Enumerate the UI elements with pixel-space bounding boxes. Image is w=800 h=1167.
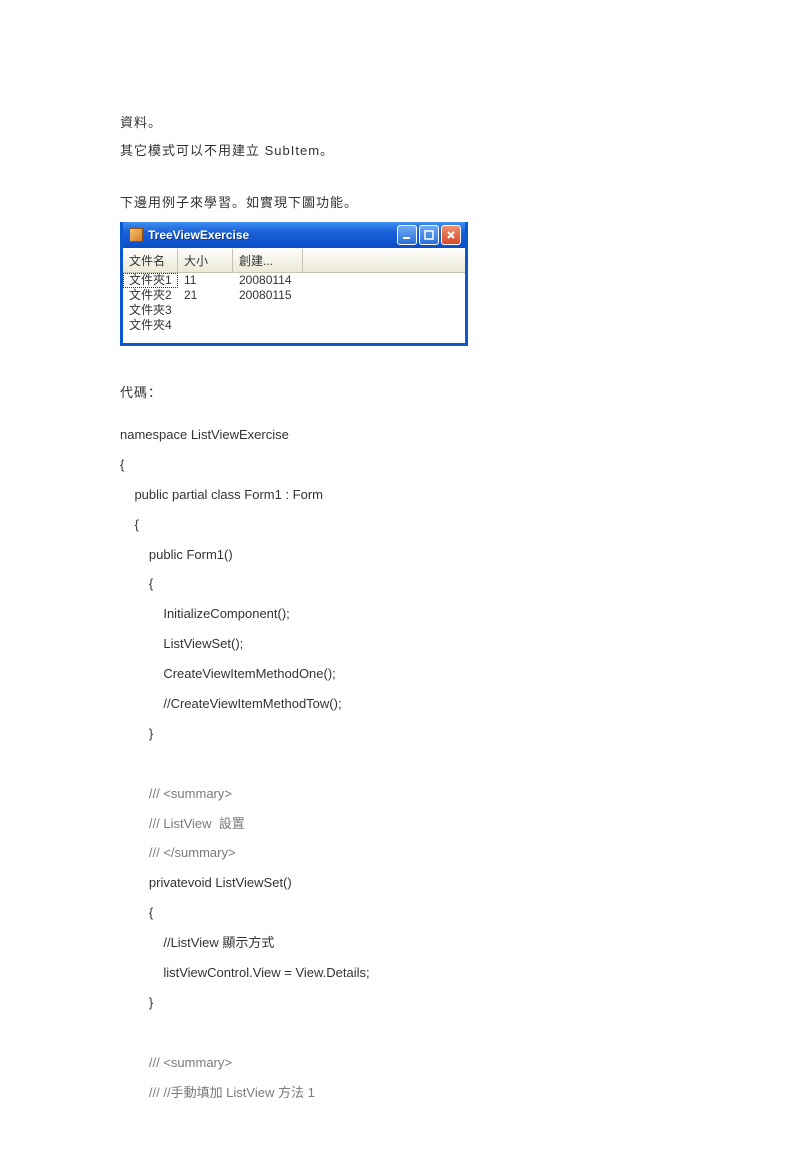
paragraph: 資料。: [120, 110, 680, 136]
column-header-size[interactable]: 大小: [178, 249, 233, 272]
maximize-icon: [424, 230, 434, 240]
code-block: namespace ListViewExercise { public part…: [120, 420, 680, 1107]
list-item[interactable]: 文件夾1 11 20080114: [123, 273, 465, 288]
list-item[interactable]: 文件夾2 21 20080115: [123, 288, 465, 303]
cell-size: 11: [178, 273, 233, 288]
intro-text: 資料。 其它模式可以不用建立 SubItem。 下邊用例子來學習。如實現下圖功能…: [120, 110, 680, 216]
code-line: public Form1(): [120, 547, 233, 562]
cell-name: 文件夾2: [123, 288, 178, 303]
code-line: {: [120, 905, 153, 920]
code-line: {: [120, 457, 124, 472]
code-line: privatevoid ListViewSet(): [120, 875, 292, 890]
code-line: //CreateViewItemMethodTow();: [120, 696, 342, 711]
listview-header: 文件名 大小 創建...: [123, 249, 465, 273]
code-line: //ListView 顯示方式: [120, 935, 274, 950]
cell-date: [233, 303, 303, 318]
window-screenshot: TreeViewExercise 文件名 大小 創建...: [120, 222, 468, 346]
cell-date: 20080115: [233, 288, 303, 303]
cell-date: [233, 318, 303, 333]
column-header-date[interactable]: 創建...: [233, 249, 303, 272]
cell-size: [178, 303, 233, 318]
code-line: {: [120, 576, 153, 591]
cell-size: 21: [178, 288, 233, 303]
cell-name: 文件夾1: [123, 273, 178, 288]
cell-size: [178, 318, 233, 333]
column-header-name[interactable]: 文件名: [123, 249, 178, 272]
code-line-comment: /// ListView 設置: [120, 816, 245, 831]
window-titlebar: TreeViewExercise: [123, 222, 465, 248]
window-title: TreeViewExercise: [148, 228, 397, 242]
close-button[interactable]: [441, 225, 461, 245]
cell-name: 文件夾3: [123, 303, 178, 318]
maximize-button[interactable]: [419, 225, 439, 245]
code-line-comment: /// <summary>: [120, 786, 232, 801]
document-page: 資料。 其它模式可以不用建立 SubItem。 下邊用例子來學習。如實現下圖功能…: [0, 0, 800, 1167]
listview-body: 文件夾1 11 20080114 文件夾2 21 20080115 文件夾3 文…: [123, 273, 465, 343]
paragraph: 其它模式可以不用建立 SubItem。: [120, 138, 680, 164]
close-icon: [446, 230, 456, 240]
minimize-icon: [402, 230, 412, 240]
paragraph: 下邊用例子來學習。如實現下圖功能。: [120, 190, 680, 216]
code-line: }: [120, 995, 153, 1010]
cell-name: 文件夾4: [123, 318, 178, 333]
minimize-button[interactable]: [397, 225, 417, 245]
code-line: ListViewSet();: [120, 636, 243, 651]
list-item[interactable]: 文件夾4: [123, 318, 465, 333]
paragraph: 代碼：: [120, 380, 680, 406]
app-icon: [129, 228, 143, 242]
code-line: CreateViewItemMethodOne();: [120, 666, 336, 681]
cell-date: 20080114: [233, 273, 303, 288]
code-line: InitializeComponent();: [120, 606, 290, 621]
code-line: public partial class Form1 : Form: [120, 487, 323, 502]
listview: 文件名 大小 創建... 文件夾1 11 20080114 文件夾2 21 20…: [123, 248, 465, 343]
code-line-comment: /// </summary>: [120, 845, 236, 860]
code-line: listViewControl.View = View.Details;: [120, 965, 370, 980]
window-caption-buttons: [397, 225, 461, 245]
code-line-comment: /// //手動填加 ListView 方法 1: [120, 1085, 315, 1100]
code-line: namespace ListViewExercise: [120, 427, 289, 442]
list-item[interactable]: 文件夾3: [123, 303, 465, 318]
code-label: 代碼：: [120, 380, 680, 406]
code-line: }: [120, 726, 153, 741]
code-line-comment: /// <summary>: [120, 1055, 232, 1070]
code-line: {: [120, 517, 139, 532]
